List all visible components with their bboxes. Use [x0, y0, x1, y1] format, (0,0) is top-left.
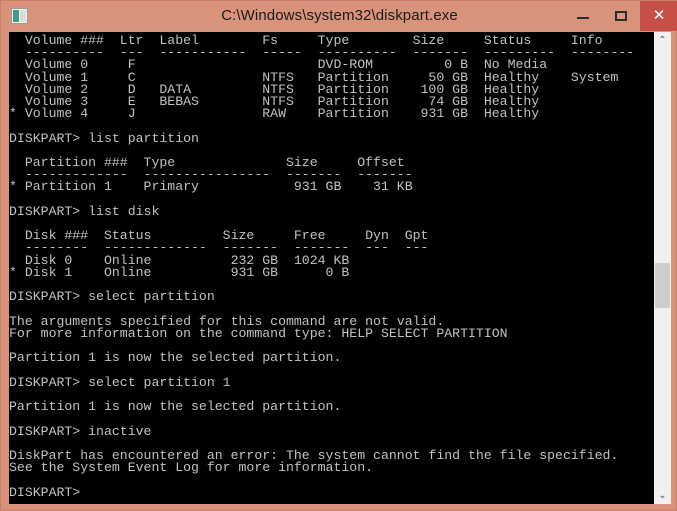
close-button[interactable]: ✕	[640, 1, 677, 31]
console-text: Volume ### Ltr Label Fs Type Size Status…	[9, 33, 635, 500]
minimize-button[interactable]	[564, 1, 602, 31]
scrollbar-thumb[interactable]	[655, 263, 670, 308]
scroll-up-arrow-icon[interactable]: ⌃	[654, 32, 671, 49]
maximize-icon	[615, 11, 627, 21]
close-icon: ✕	[652, 7, 666, 24]
console-output-area[interactable]: Volume ### Ltr Label Fs Type Size Status…	[9, 32, 654, 504]
minimize-icon	[577, 17, 589, 19]
title-bar[interactable]: C:\Windows\system32\diskpart.exe ✕	[1, 1, 677, 31]
diskpart-window: C:\Windows\system32\diskpart.exe ✕ Volum…	[0, 0, 677, 511]
scroll-down-arrow-icon[interactable]: ⌄	[654, 487, 671, 504]
console-scrollbar[interactable]: ⌃ ⌄	[654, 32, 671, 504]
maximize-button[interactable]	[602, 1, 640, 31]
